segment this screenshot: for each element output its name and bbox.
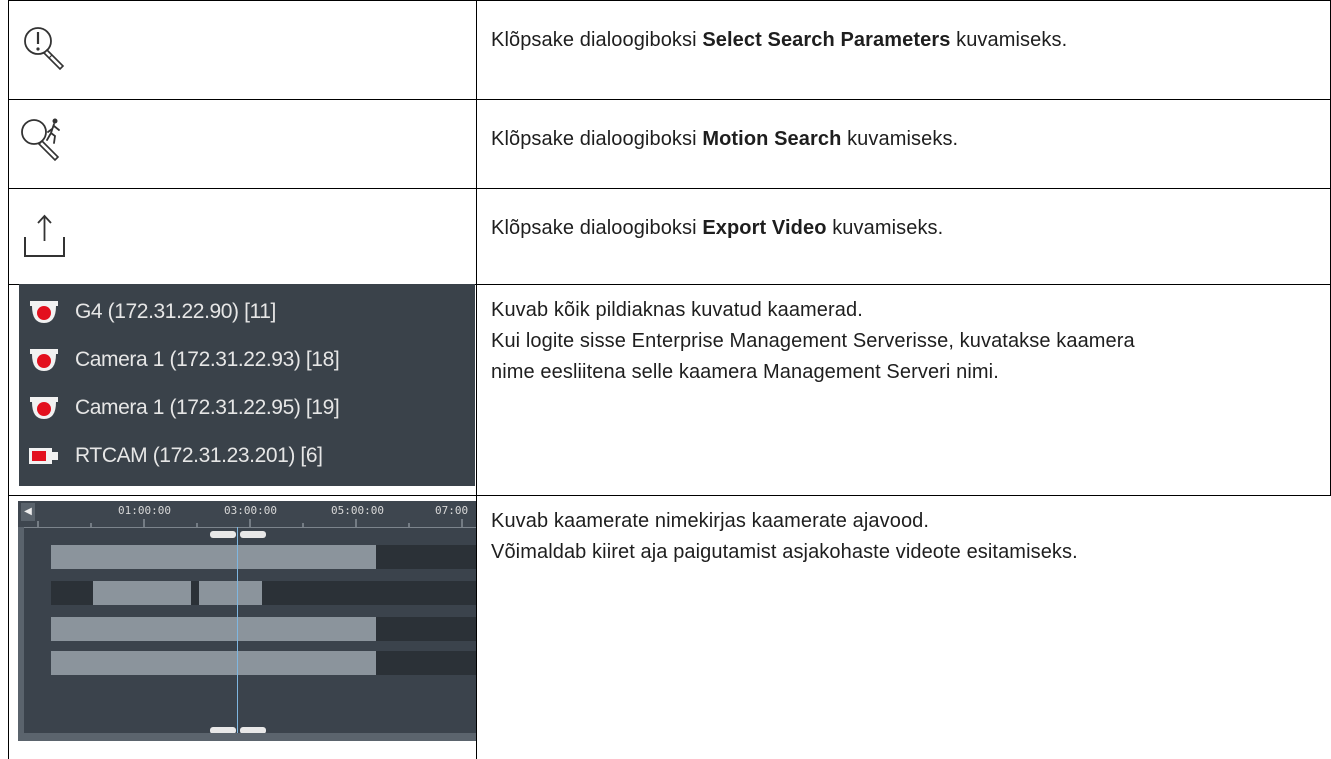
timeline-empty-segment — [51, 581, 93, 605]
camera-name: G4 (172.31.22.90) [11] — [75, 300, 276, 323]
dome-camera-icon — [30, 301, 58, 323]
table-row: Kuvab kõik pildiaknas kuvatud kaamerad. … — [485, 285, 1325, 495]
table-row — [8, 1, 476, 99]
row-text: Võimaldab kiiret aja paigutamist asjakoh… — [491, 541, 1078, 563]
row-text: kuvamiseks. — [826, 217, 944, 239]
export-video-icon — [24, 214, 65, 257]
timeline-recording-bar[interactable] — [51, 545, 376, 569]
row-text: kuvamiseks. — [950, 29, 1068, 51]
timeline-edge — [18, 527, 24, 741]
timeline-handle[interactable] — [240, 531, 266, 538]
timeline-panel: ◀ 01:00:00 03:00:00 05:00:00 07:00 — [18, 501, 476, 741]
row-text: Kui logite sisse Enterprise Management S… — [491, 330, 1135, 352]
row-text: nime eesliitena selle kaamera Management… — [491, 361, 999, 383]
timeline-recording-bar[interactable] — [199, 581, 262, 605]
table-row: Klõpsake dialoogiboksi Select Search Par… — [485, 1, 1325, 99]
box-camera-icon — [29, 448, 58, 464]
camera-name: Camera 1 (172.31.22.93) [18] — [75, 348, 340, 371]
dome-camera-icon — [30, 397, 58, 419]
timeline-cursor[interactable] — [237, 527, 238, 741]
document-table: Klõpsake dialoogiboksi Select Search Par… — [8, 0, 1331, 759]
table-row: ◀ 01:00:00 03:00:00 05:00:00 07:00 — [8, 496, 476, 759]
row-text: Kuvab kaamerate nimekirjas kaamerate aja… — [491, 510, 930, 532]
timeline-recording-bar[interactable] — [51, 651, 376, 675]
camera-name: RTCAM (172.31.23.201) [6] — [75, 444, 323, 467]
timeline-ruler: ◀ 01:00:00 03:00:00 05:00:00 07:00 — [18, 501, 476, 528]
camera-list: G4 (172.31.22.90) [11] Camera 1 (172.31.… — [19, 284, 475, 486]
row-text: Klõpsake dialoogiboksi — [491, 217, 703, 239]
table-row: Kuvab kaamerate nimekirjas kaamerate aja… — [485, 496, 1325, 759]
timeline-empty-segment — [376, 651, 476, 675]
row-text: Kuvab kõik pildiaknas kuvatud kaamerad. — [491, 299, 863, 321]
timeline-recording-bar[interactable] — [93, 581, 191, 605]
timeline-empty-segment — [376, 617, 476, 641]
table-row: G4 (172.31.22.90) [11] Camera 1 (172.31.… — [8, 284, 476, 495]
camera-list-item[interactable]: Camera 1 (172.31.22.93) [18] — [27, 338, 340, 382]
timeline-empty-segment — [376, 545, 476, 569]
table-row: Klõpsake dialoogiboksi Export Video kuva… — [485, 189, 1325, 284]
dialog-name: Select Search Parameters — [702, 29, 951, 51]
row-text: Klõpsake dialoogiboksi — [491, 128, 703, 150]
table-row — [8, 189, 476, 284]
timeline-handle[interactable] — [210, 531, 236, 538]
table-rule — [476, 0, 477, 759]
camera-list-item[interactable]: G4 (172.31.22.90) [11] — [27, 290, 276, 334]
timeline-empty-segment — [262, 581, 476, 605]
motion-search-icon — [21, 118, 60, 162]
camera-list-item[interactable]: Camera 1 (172.31.22.95) [19] — [27, 386, 340, 430]
dialog-name: Export Video — [702, 217, 827, 239]
timeline-scrollbar[interactable] — [18, 733, 476, 741]
camera-name: Camera 1 (172.31.22.95) [19] — [75, 396, 340, 419]
camera-list-item[interactable]: RTCAM (172.31.23.201) [6] — [27, 434, 323, 478]
table-row — [8, 100, 476, 188]
dome-camera-icon — [30, 349, 58, 371]
row-text: Klõpsake dialoogiboksi — [491, 29, 703, 51]
row-text: kuvamiseks. — [841, 128, 959, 150]
timeline-recording-bar[interactable] — [51, 617, 376, 641]
search-parameters-icon — [24, 27, 65, 71]
timeline-empty-segment — [191, 581, 199, 605]
timeline-ruler-ticks — [37, 519, 463, 527]
table-row: Klõpsake dialoogiboksi Motion Search kuv… — [485, 100, 1325, 188]
dialog-name: Motion Search — [702, 128, 842, 150]
